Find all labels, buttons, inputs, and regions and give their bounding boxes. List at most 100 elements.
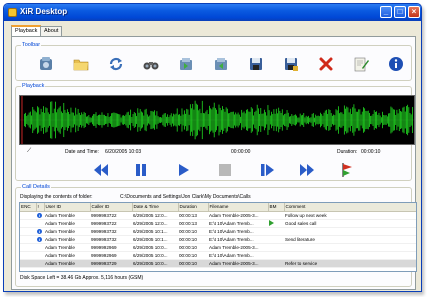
cell-enc bbox=[20, 259, 36, 268]
playback-controls bbox=[16, 161, 416, 179]
cell-bm bbox=[268, 227, 284, 236]
cell-user-id: Adam Tremble bbox=[44, 211, 90, 220]
save-as-icon[interactable] bbox=[281, 54, 301, 74]
cell-caller-id: 9999993732 bbox=[90, 235, 132, 244]
delete-icon[interactable] bbox=[316, 54, 336, 74]
stop-icon[interactable] bbox=[216, 161, 234, 179]
table-row[interactable]: i Adam Tremble 9999993732 6/29/2005 10:1...… bbox=[20, 235, 416, 244]
cell-duration: 00:00:10 bbox=[178, 251, 208, 260]
step-forward-icon[interactable] bbox=[258, 161, 276, 179]
info-status-icon: i bbox=[37, 236, 42, 242]
title-bar[interactable]: XiR Desktop _ □ × bbox=[4, 4, 421, 21]
cell-filename: E:\t 10\Adam Tremb... bbox=[208, 235, 268, 244]
disk-space-status: Disk Space Left = 38.46 Gb Approx. 5,116… bbox=[20, 275, 144, 281]
column-date-time[interactable]: Date & Time bbox=[132, 203, 179, 212]
call-details-label: Call Details bbox=[21, 184, 51, 190]
save-icon[interactable] bbox=[246, 54, 266, 74]
refresh-icon[interactable] bbox=[106, 54, 126, 74]
tab-playback[interactable]: Playback bbox=[11, 25, 42, 36]
binoculars-icon[interactable] bbox=[141, 54, 161, 74]
close-button[interactable]: × bbox=[408, 6, 420, 18]
cell-flag bbox=[36, 243, 44, 252]
fast-forward-icon[interactable] bbox=[298, 161, 316, 179]
column-duration[interactable]: Duration bbox=[178, 203, 209, 212]
table-row[interactable]: Adam Tremble 9999993729 6/29/2005 10:0... 0… bbox=[20, 259, 416, 268]
column-bm[interactable]: BM bbox=[268, 203, 285, 212]
call-details-group: Call Details Displaying the contents of … bbox=[15, 184, 417, 287]
cell-filename: Adam Tremble-2005-3... bbox=[208, 243, 268, 252]
cell-user-id: Adam Tremble bbox=[44, 219, 90, 228]
cell-date-time: 6/29/2005 10:1... bbox=[132, 235, 178, 244]
cell-date-time: 6/29/2005 12:0... bbox=[132, 219, 178, 228]
cell-caller-id: 9999993732 bbox=[90, 227, 132, 236]
cell-duration: 00:00:10 bbox=[178, 243, 208, 252]
cell-comment bbox=[284, 243, 416, 252]
table-row[interactable]: Adam Tremble 9999992969 6/29/2005 10:0... 0… bbox=[20, 251, 416, 260]
rewind-icon[interactable] bbox=[92, 161, 110, 179]
maximize-button[interactable]: □ bbox=[394, 6, 406, 18]
cell-user-id: Adam Tremble bbox=[44, 227, 90, 236]
toolbar bbox=[36, 54, 406, 76]
cell-enc bbox=[20, 235, 36, 244]
column-flag[interactable]: ! bbox=[36, 203, 45, 212]
cell-caller-id: 9999993729 bbox=[90, 259, 132, 268]
app-icon bbox=[8, 8, 17, 17]
table-row[interactable]: i Adam Tremble 9999993722 6/29/2005 12:0...… bbox=[20, 211, 416, 220]
table-row[interactable]: Adam Tremble 9999993722 6/29/2005 12:0... 0… bbox=[20, 219, 416, 228]
waveform-display[interactable] bbox=[19, 95, 415, 145]
minimize-button[interactable]: _ bbox=[380, 6, 392, 18]
date-time-value: 6/20/2005 10:03 bbox=[105, 149, 142, 155]
volume-icon[interactable]: ⟋ bbox=[27, 148, 31, 155]
column-user-id[interactable]: User ID bbox=[44, 203, 91, 212]
pause-icon[interactable] bbox=[132, 161, 150, 179]
column-comment[interactable]: Comment bbox=[284, 203, 416, 212]
toolbar-label: Toolbar bbox=[21, 42, 42, 48]
cell-enc bbox=[20, 227, 36, 236]
cell-comment: Send literature bbox=[284, 235, 416, 244]
cell-comment bbox=[284, 251, 416, 260]
cell-caller-id: 9999992969 bbox=[90, 251, 132, 260]
info-icon[interactable] bbox=[386, 54, 406, 74]
cell-date-time: 6/29/2005 12:0... bbox=[132, 211, 178, 220]
playback-info: ⟋ Date and Time: 6/20/2005 10:03 00:00:0… bbox=[19, 148, 415, 157]
table-header: ENC ! User ID Caller ID Date & Time Dura… bbox=[20, 203, 416, 212]
duration-label: Duration: bbox=[337, 149, 358, 155]
cell-duration: 00:00:10 bbox=[178, 259, 208, 268]
cell-duration: 00:00:13 bbox=[178, 219, 208, 228]
cell-flag bbox=[36, 251, 44, 260]
folder-label: Displaying the contents of folder: bbox=[20, 194, 93, 200]
app-window: XiR Desktop _ □ × Playback About Toolbar bbox=[3, 3, 422, 292]
bookmark-play-icon[interactable] bbox=[269, 219, 274, 226]
cell-bm bbox=[268, 259, 284, 268]
cell-flag: i bbox=[36, 235, 44, 244]
table-row[interactable]: i Adam Tremble 9999993732 6/29/2005 10:1...… bbox=[20, 227, 416, 236]
export-icon[interactable] bbox=[211, 54, 231, 74]
server-icon[interactable] bbox=[36, 54, 56, 74]
column-filename[interactable]: Filename bbox=[208, 203, 269, 212]
cell-user-id: Adam Tremble bbox=[44, 251, 90, 260]
cell-enc bbox=[20, 219, 36, 228]
cell-date-time: 6/29/2005 10:1... bbox=[132, 227, 178, 236]
cell-caller-id: 9999993722 bbox=[90, 211, 132, 220]
column-caller-id[interactable]: Caller ID bbox=[90, 203, 133, 212]
notes-icon[interactable] bbox=[351, 54, 371, 74]
cell-comment: Follow up next week bbox=[284, 211, 416, 220]
play-icon[interactable] bbox=[174, 161, 192, 179]
flag-icon[interactable] bbox=[338, 161, 356, 179]
column-enc[interactable]: ENC bbox=[20, 203, 37, 212]
cell-flag bbox=[36, 219, 44, 228]
tab-content: Toolbar Playback ⟋ Date and Time: 6/20/2… bbox=[11, 36, 417, 290]
cell-flag: i bbox=[36, 211, 44, 220]
cell-bm bbox=[268, 243, 284, 252]
tab-about[interactable]: About bbox=[40, 26, 63, 36]
folder-icon[interactable] bbox=[71, 54, 91, 74]
cell-enc bbox=[20, 251, 36, 260]
table-row[interactable]: Adam Tremble 9999992969 6/29/2005 10:0... 0… bbox=[20, 243, 416, 252]
date-time-label: Date and Time: bbox=[65, 149, 99, 155]
import-icon[interactable] bbox=[176, 54, 196, 74]
cell-filename: Adam Tremble-2005-3... bbox=[208, 211, 268, 220]
cell-date-time: 6/29/2005 10:0... bbox=[132, 259, 178, 268]
cell-filename: E:\t 10\Adam Tremb... bbox=[208, 251, 268, 260]
cell-bm bbox=[268, 251, 284, 260]
cell-user-id: Adam Tremble bbox=[44, 243, 90, 252]
